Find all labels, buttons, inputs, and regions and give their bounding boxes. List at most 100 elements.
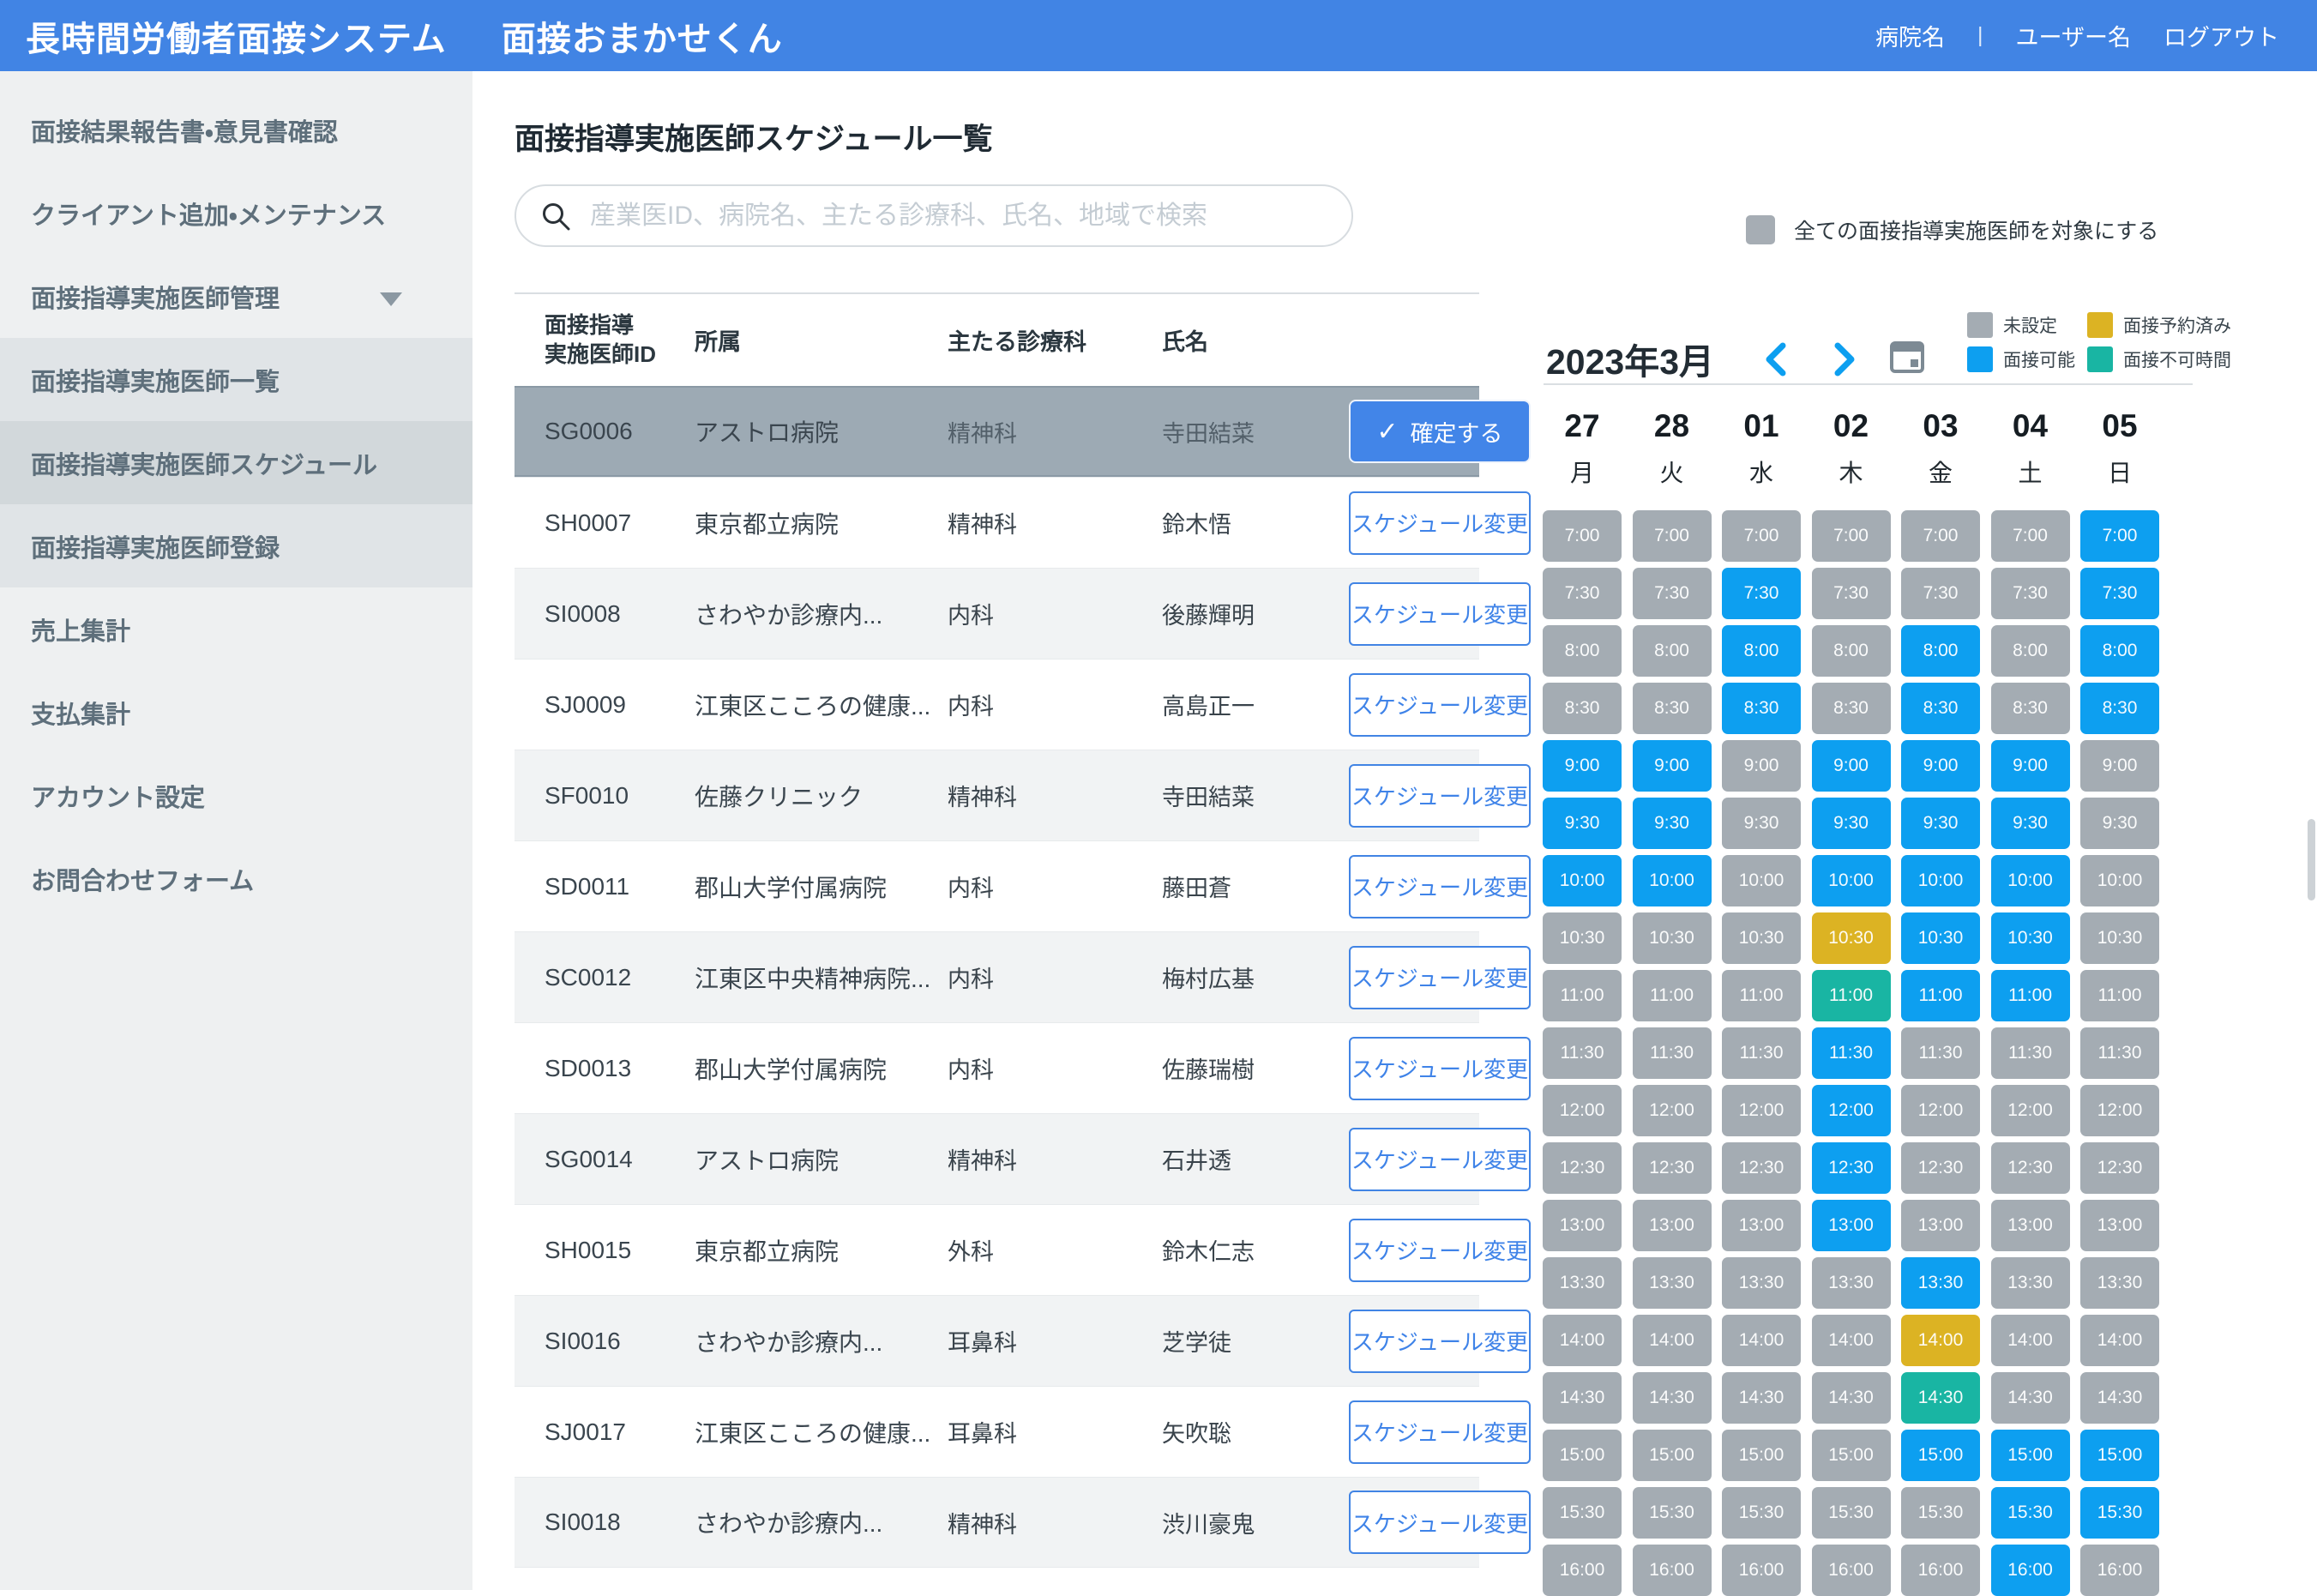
time-slot-01-1030-unset[interactable]: 10:30 [1722, 912, 1801, 964]
sidebar-item-1[interactable]: クライアント追加・メンテナンス [0, 172, 472, 255]
time-slot-27-1500-unset[interactable]: 15:00 [1543, 1430, 1622, 1481]
time-slot-28-1030-unset[interactable]: 10:30 [1633, 912, 1712, 964]
time-slot-02-1130-available[interactable]: 11:30 [1812, 1027, 1891, 1079]
sidebar-item-6[interactable]: 売上集計 [0, 587, 472, 671]
time-slot-01-1400-unset[interactable]: 14:00 [1722, 1315, 1801, 1366]
schedule-change-button[interactable]: スケジュール変更 [1349, 1219, 1531, 1282]
time-slot-02-730-unset[interactable]: 7:30 [1812, 568, 1891, 619]
time-slot-01-800-available[interactable]: 8:00 [1722, 625, 1801, 677]
time-slot-04-830-unset[interactable]: 8:30 [1991, 683, 2070, 734]
time-slot-05-1100-unset[interactable]: 11:00 [2080, 970, 2159, 1021]
time-slot-04-730-unset[interactable]: 7:30 [1991, 568, 2070, 619]
time-slot-27-1430-unset[interactable]: 14:30 [1543, 1372, 1622, 1424]
all-doctors-checkbox[interactable] [1746, 215, 1775, 244]
schedule-change-button[interactable]: スケジュール変更 [1349, 1310, 1531, 1373]
time-slot-02-1430-unset[interactable]: 14:30 [1812, 1372, 1891, 1424]
user-name[interactable]: ユーザー名 [2016, 19, 2131, 52]
time-slot-27-1200-unset[interactable]: 12:00 [1543, 1085, 1622, 1136]
time-slot-04-800-unset[interactable]: 8:00 [1991, 625, 2070, 677]
time-slot-27-1030-unset[interactable]: 10:30 [1543, 912, 1622, 964]
time-slot-28-1600-unset[interactable]: 16:00 [1633, 1545, 1712, 1596]
table-row[interactable]: SC0012江東区中央精神病院...内科梅村広基スケジュール変更 [515, 931, 1479, 1022]
time-slot-27-1230-unset[interactable]: 12:30 [1543, 1142, 1622, 1194]
time-slot-05-800-available[interactable]: 8:00 [2080, 625, 2159, 677]
time-slot-04-1100-available[interactable]: 11:00 [1991, 970, 2070, 1021]
time-slot-02-1230-available[interactable]: 12:30 [1812, 1142, 1891, 1194]
time-slot-01-1530-unset[interactable]: 15:30 [1722, 1487, 1801, 1539]
time-slot-02-700-unset[interactable]: 7:00 [1812, 510, 1891, 562]
time-slot-01-1200-unset[interactable]: 12:00 [1722, 1085, 1801, 1136]
time-slot-03-730-unset[interactable]: 7:30 [1901, 568, 1980, 619]
time-slot-05-1230-unset[interactable]: 12:30 [2080, 1142, 2159, 1194]
time-slot-02-830-unset[interactable]: 8:30 [1812, 683, 1891, 734]
time-slot-01-1130-unset[interactable]: 11:30 [1722, 1027, 1801, 1079]
search-bar[interactable] [515, 184, 1353, 247]
sidebar-item-5[interactable]: 面接指導実施医師登録 [0, 504, 472, 587]
table-row[interactable]: SI0016さわやか診療内...耳鼻科芝学徒スケジュール変更 [515, 1295, 1479, 1386]
time-slot-27-730-unset[interactable]: 7:30 [1543, 568, 1622, 619]
schedule-change-button[interactable]: スケジュール変更 [1349, 1491, 1531, 1554]
time-slot-02-1600-unset[interactable]: 16:00 [1812, 1545, 1891, 1596]
time-slot-28-730-unset[interactable]: 7:30 [1633, 568, 1712, 619]
time-slot-03-1600-unset[interactable]: 16:00 [1901, 1545, 1980, 1596]
time-slot-28-1000-available[interactable]: 10:00 [1633, 855, 1712, 906]
time-slot-01-1230-unset[interactable]: 12:30 [1722, 1142, 1801, 1194]
confirm-button[interactable]: ✓確定する [1349, 400, 1531, 463]
time-slot-04-1400-unset[interactable]: 14:00 [1991, 1315, 2070, 1366]
time-slot-04-1430-unset[interactable]: 14:30 [1991, 1372, 2070, 1424]
schedule-change-button[interactable]: スケジュール変更 [1349, 946, 1531, 1009]
time-slot-27-1330-unset[interactable]: 13:30 [1543, 1257, 1622, 1309]
time-slot-02-900-available[interactable]: 9:00 [1812, 740, 1891, 792]
schedule-change-button[interactable]: スケジュール変更 [1349, 582, 1531, 646]
time-slot-02-1100-blocked[interactable]: 11:00 [1812, 970, 1891, 1021]
time-slot-04-1330-unset[interactable]: 13:30 [1991, 1257, 2070, 1309]
time-slot-04-1200-unset[interactable]: 12:00 [1991, 1085, 2070, 1136]
time-slot-27-900-available[interactable]: 9:00 [1543, 740, 1622, 792]
time-slot-05-1130-unset[interactable]: 11:30 [2080, 1027, 2159, 1079]
time-slot-04-1030-available[interactable]: 10:30 [1991, 912, 2070, 964]
time-slot-27-830-unset[interactable]: 8:30 [1543, 683, 1622, 734]
table-row[interactable]: SD0011郡山大学付属病院内科藤田蒼スケジュール変更 [515, 840, 1479, 931]
time-slot-01-730-available[interactable]: 7:30 [1722, 568, 1801, 619]
search-input[interactable] [590, 202, 1327, 231]
time-slot-05-730-available[interactable]: 7:30 [2080, 568, 2159, 619]
time-slot-01-830-available[interactable]: 8:30 [1722, 683, 1801, 734]
sidebar-item-7[interactable]: 支払集計 [0, 671, 472, 754]
hospital-name[interactable]: 病院名 [1875, 19, 1945, 52]
time-slot-27-1300-unset[interactable]: 13:00 [1543, 1200, 1622, 1251]
time-slot-03-1030-available[interactable]: 10:30 [1901, 912, 1980, 964]
time-slot-28-1500-unset[interactable]: 15:00 [1633, 1430, 1712, 1481]
schedule-change-button[interactable]: スケジュール変更 [1349, 1037, 1531, 1100]
calendar-next-button[interactable] [1825, 340, 1863, 378]
time-slot-04-1130-unset[interactable]: 11:30 [1991, 1027, 2070, 1079]
time-slot-04-930-available[interactable]: 9:30 [1991, 798, 2070, 849]
time-slot-28-1400-unset[interactable]: 14:00 [1633, 1315, 1712, 1366]
time-slot-28-1130-unset[interactable]: 11:30 [1633, 1027, 1712, 1079]
table-row[interactable]: SI0018さわやか診療内...精神科渋川豪鬼スケジュール変更 [515, 1477, 1479, 1568]
time-slot-03-1230-unset[interactable]: 12:30 [1901, 1142, 1980, 1194]
time-slot-03-1300-unset[interactable]: 13:00 [1901, 1200, 1980, 1251]
time-slot-02-800-unset[interactable]: 8:00 [1812, 625, 1891, 677]
schedule-change-button[interactable]: スケジュール変更 [1349, 1128, 1531, 1191]
time-slot-28-1430-unset[interactable]: 14:30 [1633, 1372, 1712, 1424]
time-slot-28-1230-unset[interactable]: 12:30 [1633, 1142, 1712, 1194]
sidebar-item-0[interactable]: 面接結果報告書・意見書確認 [0, 88, 472, 172]
sidebar-item-2[interactable]: 面接指導実施医師管理 [0, 255, 472, 338]
table-row[interactable]: SD0013郡山大学付属病院内科佐藤瑞樹スケジュール変更 [515, 1022, 1479, 1113]
time-slot-03-800-available[interactable]: 8:00 [1901, 625, 1980, 677]
time-slot-01-1500-unset[interactable]: 15:00 [1722, 1430, 1801, 1481]
time-slot-03-1100-available[interactable]: 11:00 [1901, 970, 1980, 1021]
time-slot-04-900-available[interactable]: 9:00 [1991, 740, 2070, 792]
time-slot-28-1530-unset[interactable]: 15:30 [1633, 1487, 1712, 1539]
table-row[interactable]: SG0014アストロ病院精神科石井透スケジュール変更 [515, 1113, 1479, 1204]
time-slot-03-1500-available[interactable]: 15:00 [1901, 1430, 1980, 1481]
time-slot-01-930-unset[interactable]: 9:30 [1722, 798, 1801, 849]
time-slot-28-1300-unset[interactable]: 13:00 [1633, 1200, 1712, 1251]
time-slot-03-830-available[interactable]: 8:30 [1901, 683, 1980, 734]
time-slot-02-1000-available[interactable]: 10:00 [1812, 855, 1891, 906]
sidebar-item-9[interactable]: お問合わせフォーム [0, 837, 472, 920]
time-slot-28-700-unset[interactable]: 7:00 [1633, 510, 1712, 562]
time-slot-03-1130-unset[interactable]: 11:30 [1901, 1027, 1980, 1079]
schedule-change-button[interactable]: スケジュール変更 [1349, 673, 1531, 737]
sidebar-item-3[interactable]: 面接指導実施医師一覧 [0, 338, 472, 421]
